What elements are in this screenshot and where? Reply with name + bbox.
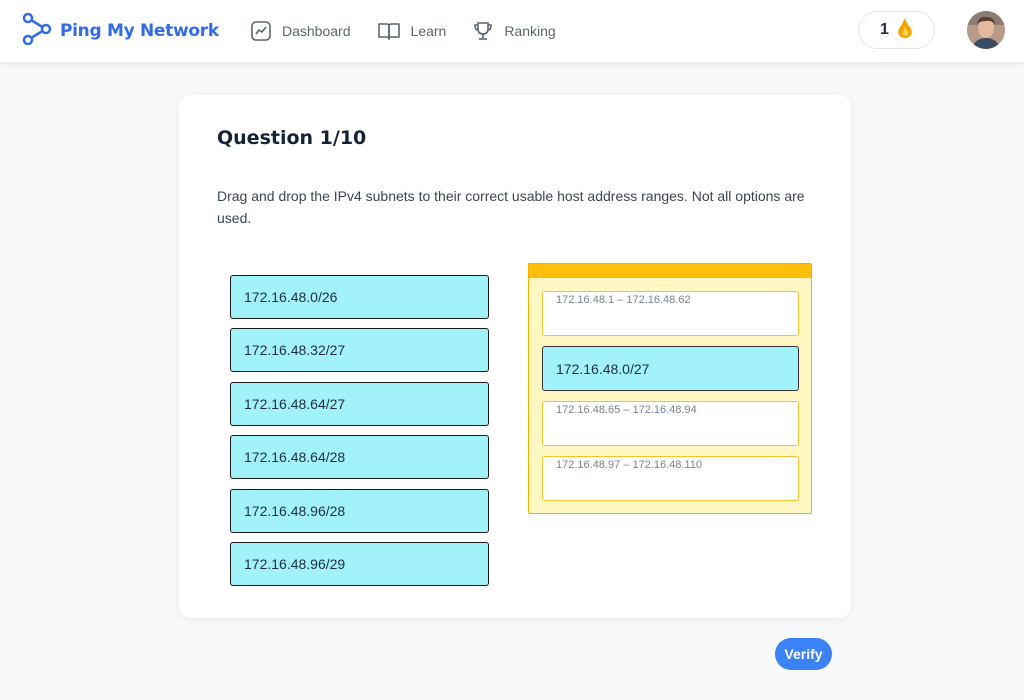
main-nav: Dashboard Learn Ranking [250,17,582,45]
drop-slot-range[interactable]: 172.16.48.97 – 172.16.48.110 [542,456,799,501]
book-icon [377,20,401,42]
question-text: Drag and drop the IPv4 subnets to their … [217,188,805,226]
streak-counter[interactable]: 1 [858,11,935,49]
streak-count: 1 [880,21,889,38]
draggable-subnet-option[interactable]: 172.16.48.0/26 [230,275,489,319]
nav-item-dashboard[interactable]: Dashboard [250,20,351,42]
draggable-subnet-option[interactable]: 172.16.48.32/27 [230,328,489,373]
share-network-icon [22,12,52,50]
drop-zone-header-bar [529,264,811,278]
draggable-subnet-option[interactable]: 172.16.48.64/27 [230,381,489,426]
drop-zone-panel: 172.16.48.1 – 172.16.48.62 172.16.48.0/2… [528,263,812,514]
flame-icon [897,17,913,44]
brand-logo-link[interactable]: Ping My Network [22,12,219,50]
drop-slot-range[interactable]: 172.16.48.65 – 172.16.48.94 [542,401,799,446]
drag-options-list: 172.16.48.0/26 172.16.48.32/27 172.16.48… [230,275,489,595]
question-card: Question 1/10 Drag and drop the IPv4 sub… [179,95,851,618]
draggable-subnet-option[interactable]: 172.16.48.96/28 [230,488,489,533]
verify-button[interactable]: Verify [775,638,832,670]
drop-slot-filled[interactable]: 172.16.48.0/27 [542,346,799,391]
top-navbar: Ping My Network Dashboard Learn Ranking … [0,0,1024,62]
nav-item-label: Learn [410,23,447,39]
draggable-subnet-option[interactable]: 172.16.48.64/28 [230,435,489,480]
chart-line-icon [250,20,272,42]
brand-name: Ping My Network [60,21,219,41]
draggable-subnet-option[interactable]: 172.16.48.96/29 [230,541,489,586]
trophy-icon [472,20,494,42]
question-title: Question 1/10 [217,127,367,149]
nav-item-learn[interactable]: Learn [377,20,447,42]
nav-item-ranking[interactable]: Ranking [472,20,556,42]
user-avatar[interactable] [967,11,1005,49]
nav-item-label: Dashboard [282,23,351,39]
drop-slot-range[interactable]: 172.16.48.1 – 172.16.48.62 [542,291,799,336]
nav-item-label: Ranking [504,23,556,39]
